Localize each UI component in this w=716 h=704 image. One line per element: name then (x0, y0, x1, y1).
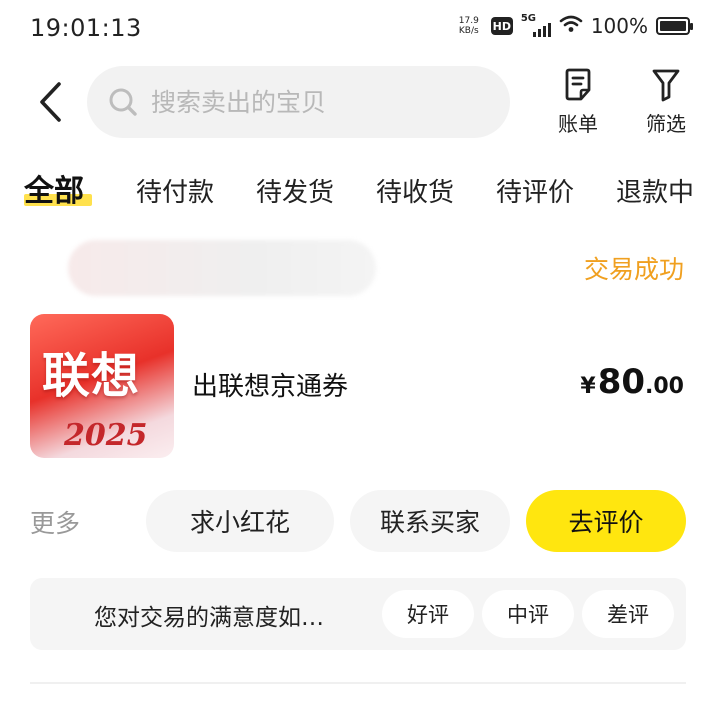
rate-neutral-button[interactable]: 中评 (482, 590, 574, 638)
hd-icon: HD (490, 17, 513, 35)
go-review-button[interactable]: 去评价 (526, 490, 686, 552)
tab-all[interactable]: 全部 (24, 166, 84, 210)
search-input[interactable] (151, 87, 481, 117)
tab-pending-receipt[interactable]: 待收货 (376, 172, 454, 209)
search-icon (107, 86, 139, 118)
order-price: ¥ 80 .00 (580, 362, 684, 402)
back-button[interactable] (30, 78, 70, 126)
battery-icon (656, 17, 693, 35)
tab-pending-payment[interactable]: 待付款 (136, 172, 214, 209)
divider (30, 682, 686, 684)
buyer-info-blurred (68, 240, 376, 296)
tab-label: 全部 (24, 174, 84, 209)
bill-label: 账单 (558, 112, 598, 136)
tab-label: 待发货 (256, 178, 335, 208)
status-bar: 19:01:13 17.9 KB/s HD 5G 100% (0, 0, 716, 60)
status-time: 19:01:13 (30, 14, 142, 42)
tab-pending-review[interactable]: 待评价 (496, 172, 574, 209)
chevron-left-icon (40, 82, 61, 122)
request-flower-button[interactable]: 求小红花 (146, 490, 334, 552)
wifi-icon (559, 14, 583, 38)
thumbnail-title: 联想 (42, 348, 141, 404)
price-decimal: .00 (645, 374, 684, 399)
tab-label: 待评价 (496, 178, 575, 208)
tab-refunding[interactable]: 退款中 (616, 172, 694, 209)
tab-label: 待收货 (376, 178, 455, 208)
filter-label: 筛选 (646, 112, 686, 136)
status-indicators: 17.9 KB/s HD 5G 100% (459, 13, 693, 38)
bill-button[interactable]: 账单 (548, 68, 608, 137)
tab-label: 待付款 (136, 178, 215, 208)
tab-label: 退款中 (616, 178, 695, 208)
net-speed-unit: KB/s (458, 26, 479, 36)
search-bar[interactable] (87, 66, 510, 138)
thumbnail-year: 2025 (64, 418, 148, 453)
price-integer: 80 (597, 362, 646, 402)
order-status: 交易成功 (583, 255, 684, 284)
net-speed-value: 17.9 (458, 16, 479, 26)
more-button[interactable]: 更多 (30, 504, 80, 540)
net-speed: 17.9 KB/s (459, 16, 479, 36)
satisfaction-survey: 您对交易的满意度如… 好评 中评 差评 (30, 578, 686, 650)
tab-pending-shipment[interactable]: 待发货 (256, 172, 334, 209)
satisfaction-question: 您对交易的满意度如… (94, 605, 324, 631)
bill-icon (565, 68, 591, 101)
product-title[interactable]: 出联想京通券 (192, 366, 348, 403)
order-tabs: 全部 待付款 待发货 待收货 待评价 退款中 (0, 164, 716, 214)
signal-icon: 5G (521, 13, 551, 37)
header: 账单 筛选 (0, 62, 716, 142)
rate-good-button[interactable]: 好评 (382, 590, 474, 638)
battery-percent: 100% (590, 14, 648, 38)
product-thumbnail[interactable]: 联想 2025 (30, 314, 174, 458)
filter-button[interactable]: 筛选 (636, 68, 696, 137)
contact-buyer-button[interactable]: 联系买家 (350, 490, 510, 552)
price-currency: ¥ (580, 374, 596, 399)
rate-bad-button[interactable]: 差评 (582, 590, 674, 638)
filter-icon (652, 69, 680, 102)
